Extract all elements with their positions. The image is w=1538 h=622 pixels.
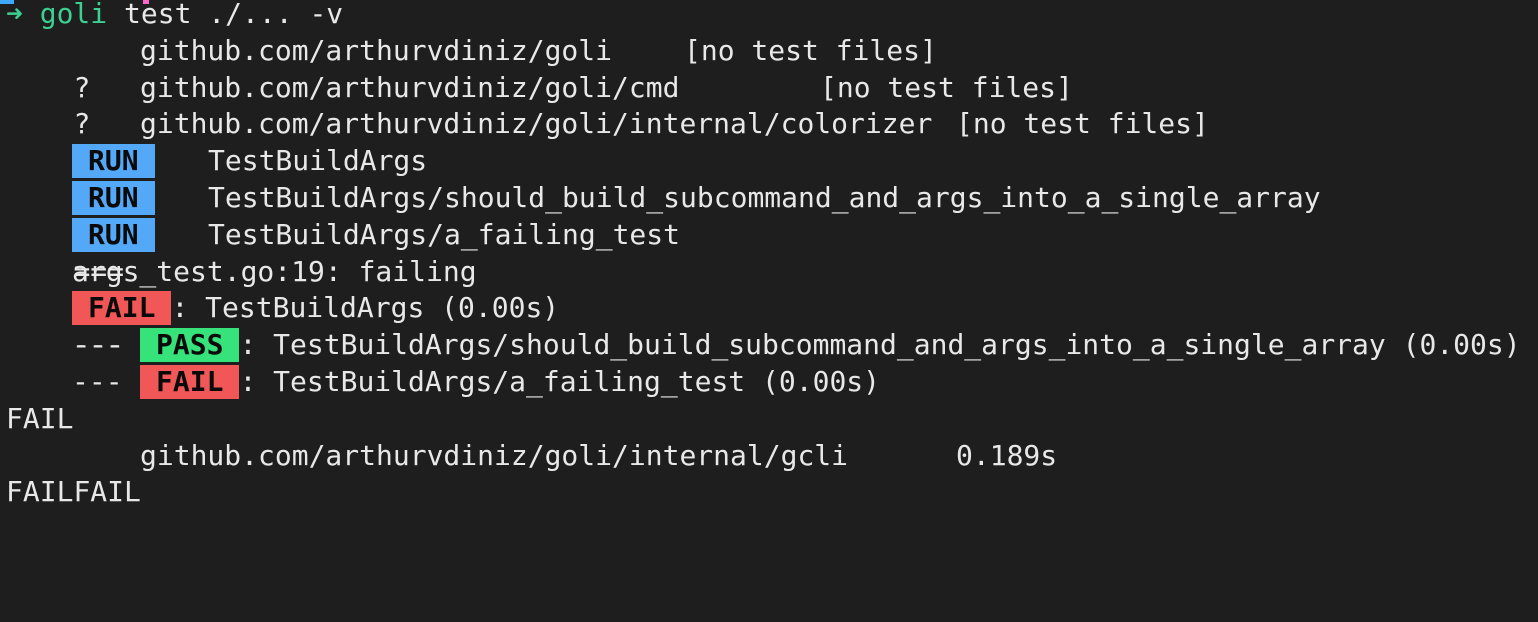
result-prefix: ---: [72, 364, 123, 398]
no-test-status: [no test files]: [820, 70, 1073, 104]
no-test-line: ? github.com/arthurvdiniz/goli/internal/…: [6, 106, 1538, 177]
fail-badge: FAIL: [72, 291, 172, 326]
summary-fail-line: FAIL: [6, 474, 1538, 511]
result-prefix: ---: [72, 328, 123, 362]
elapsed-time: 0.189s: [956, 438, 1058, 472]
fail-badge: FAIL: [140, 364, 240, 399]
pass-badge: PASS: [140, 328, 240, 363]
package-path: github.com/arthurvdiniz/goli/internal/gc…: [140, 438, 849, 472]
result-text: : TestBuildArgs (0.00s): [171, 291, 560, 325]
result-line: --- PASS: TestBuildArgs/should_build_sub…: [6, 327, 1538, 364]
package-path: github.com/arthurvdiniz/goli: [140, 33, 613, 67]
prompt-arrow-icon: ➜: [6, 0, 23, 30]
log-line: args_test.go:19: failing: [6, 254, 1538, 291]
result-line: --- FAIL: TestBuildArgs (0.00s): [6, 290, 1538, 361]
summary-fail-line: FAIL: [6, 401, 1538, 438]
fail-text: FAIL: [6, 475, 74, 509]
package-path: github.com/arthurvdiniz/goli/internal/co…: [140, 107, 933, 141]
test-name: TestBuildArgs/a_failing_test: [208, 217, 681, 251]
command-name: goli: [39, 0, 108, 30]
package-path: github.com/arthurvdiniz/goli/cmd: [140, 70, 680, 104]
run-badge: RUN: [72, 144, 155, 179]
result-text: : TestBuildArgs/a_failing_test (0.00s): [239, 364, 881, 398]
run-line: === RUN TestBuildArgs: [6, 143, 1538, 214]
prompt-line: ➜ goli test ./... -v: [6, 0, 1538, 33]
run-badge: RUN: [72, 180, 155, 215]
no-test-line: ? github.com/arthurvdiniz/goli/cmd [no t…: [6, 70, 1538, 141]
summary-package-line: FAIL github.com/arthurvdiniz/goli/intern…: [6, 438, 1538, 509]
terminal-output[interactable]: ➜ goli test ./... -v ? github.com/arthur…: [6, 0, 1538, 511]
fail-text: FAIL: [6, 401, 74, 435]
run-line: === RUN TestBuildArgs/should_build_subco…: [6, 180, 1538, 251]
no-test-line: ? github.com/arthurvdiniz/goli [no test …: [6, 33, 1538, 104]
run-badge: RUN: [72, 217, 155, 252]
log-message: args_test.go:19: failing: [72, 254, 477, 288]
test-name: TestBuildArgs/should_build_subcommand_an…: [208, 180, 1321, 214]
result-text: : TestBuildArgs/should_build_subcommand_…: [239, 328, 1521, 362]
command-args: test ./... -v: [107, 0, 344, 30]
no-test-status: [no test files]: [684, 33, 937, 67]
test-name: TestBuildArgs: [208, 144, 428, 178]
no-test-status: [no test files]: [956, 107, 1209, 141]
result-line: --- FAIL: TestBuildArgs/a_failing_test (…: [6, 364, 1538, 401]
run-line: === RUN TestBuildArgs/a_failing_test: [6, 217, 1538, 288]
